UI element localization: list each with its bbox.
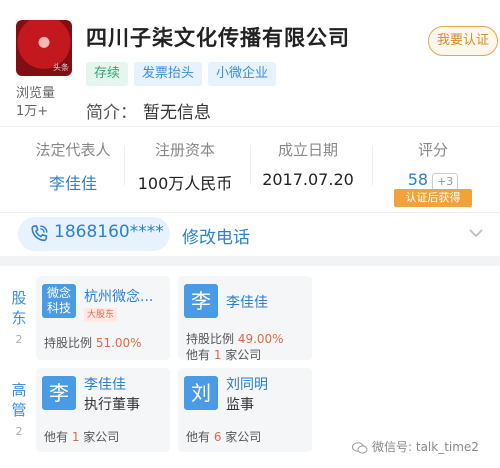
shareholder-name[interactable]: 杭州微念...	[84, 286, 153, 306]
score-value-row: 58 +3	[388, 170, 478, 191]
company-intro: 简介： 暂无信息	[86, 98, 211, 123]
share-ratio-value: 51.00%	[95, 336, 142, 350]
company-count-suffix: 家公司	[221, 348, 262, 362]
company-count-suffix: 家公司	[221, 430, 262, 444]
phone-bar: 1868160**** 修改电话	[0, 212, 500, 256]
status-badge: 存续	[86, 62, 129, 86]
company-count-label: 他有	[186, 430, 214, 444]
status-tags: 存续 发票抬头 小微企业	[86, 62, 277, 86]
share-ratio: 持股比例 49.00%	[186, 330, 284, 347]
company-avatar-icon: 微念科技	[42, 284, 76, 318]
major-shareholder-badge: 大股东	[84, 308, 118, 322]
views-count: 1万+	[16, 104, 49, 119]
founded-stat: 成立日期 2017.07.20	[260, 139, 356, 189]
person-avatar-icon: 李	[184, 284, 218, 318]
watermark-text: 微信号: talk_time2	[372, 440, 479, 454]
executives-count: 2	[15, 425, 23, 438]
executives-title: 高管	[11, 381, 27, 419]
company-name: 四川子柒文化传播有限公司	[86, 26, 350, 50]
wechat-icon	[352, 441, 368, 454]
executive-role: 监事	[226, 397, 254, 413]
divider	[250, 145, 251, 185]
legal-rep-stat[interactable]: 法定代表人 李佳佳	[28, 139, 118, 194]
shareholder-name[interactable]: 李佳佳	[226, 292, 268, 312]
phone-pill[interactable]: 1868160****	[18, 217, 170, 251]
score-value: 58	[407, 170, 429, 189]
executive-card[interactable]: 李 李佳佳 执行董事 他有 1 家公司	[36, 368, 170, 452]
share-ratio-label: 持股比例	[186, 332, 238, 346]
person-avatar-icon: 李	[42, 376, 76, 410]
company-count-label: 他有	[44, 430, 72, 444]
shareholders-label[interactable]: 股东 2	[6, 288, 32, 350]
executive-card[interactable]: 刘 刘同明 监事 他有 6 家公司	[178, 368, 312, 452]
intro-value: 暂无信息	[143, 103, 211, 123]
divider	[124, 145, 125, 185]
executive-role: 执行董事	[84, 397, 140, 413]
person-avatar-icon: 刘	[184, 376, 218, 410]
legal-rep-name[interactable]: 李佳佳	[28, 170, 118, 194]
company-count: 他有 6 家公司	[186, 428, 261, 445]
shareholder-card[interactable]: 李 李佳佳 持股比例 49.00% 他有 1 家公司	[178, 276, 312, 363]
shareholders-count: 2	[15, 333, 23, 346]
company-count-label: 他有	[186, 348, 214, 362]
score-stat[interactable]: 评分 58 +3	[388, 139, 478, 191]
executive-name[interactable]: 李佳佳	[84, 374, 126, 394]
edit-phone-link[interactable]: 修改电话	[182, 223, 250, 248]
capital-value: 100万人民币	[137, 174, 233, 193]
company-count: 他有 1 家公司	[186, 346, 261, 363]
executives-label[interactable]: 高管 2	[6, 380, 32, 442]
invoice-title-tag[interactable]: 发票抬头	[134, 62, 203, 86]
company-logo-icon[interactable]: 头条	[16, 20, 72, 76]
share-ratio: 持股比例 51.00%	[44, 334, 142, 351]
share-ratio-label: 持股比例	[44, 336, 96, 350]
founded-value: 2017.07.20	[262, 170, 354, 189]
executive-name[interactable]: 刘同明	[226, 374, 268, 394]
score-verify-badge[interactable]: 认证后获得	[394, 189, 472, 207]
stat-label: 评分	[417, 141, 448, 159]
divider	[372, 145, 373, 185]
shareholder-card[interactable]: 微念科技 杭州微念... 大股东 持股比例 51.00%	[36, 276, 170, 360]
phone-number[interactable]: 1868160****	[54, 222, 164, 242]
verify-button[interactable]: 我要认证	[428, 26, 498, 56]
chevron-down-icon[interactable]	[468, 225, 484, 241]
company-count-suffix: 家公司	[79, 430, 120, 444]
views-label: 浏览量	[16, 86, 56, 101]
phone-icon	[31, 225, 48, 242]
capital-stat: 注册资本 100万人民币	[130, 139, 240, 194]
small-business-tag: 小微企业	[208, 62, 277, 86]
stat-label: 成立日期	[277, 141, 338, 159]
avatar-watermark: 头条	[53, 63, 69, 72]
stat-label: 注册资本	[154, 141, 215, 159]
company-count: 他有 1 家公司	[44, 428, 119, 445]
stat-label: 法定代表人	[35, 141, 111, 159]
company-stats: 法定代表人 李佳佳 注册资本 100万人民币 成立日期 2017.07.20 评…	[0, 126, 500, 212]
shareholders-title: 股东	[11, 289, 27, 327]
intro-label: 简介：	[86, 103, 137, 123]
share-ratio-value: 49.00%	[237, 332, 284, 346]
wechat-watermark: 微信号: talk_time2	[352, 438, 479, 455]
company-header: 头条 浏览量 1万+ 四川子柒文化传播有限公司 我要认证 存续 发票抬头 小微企…	[0, 0, 500, 126]
